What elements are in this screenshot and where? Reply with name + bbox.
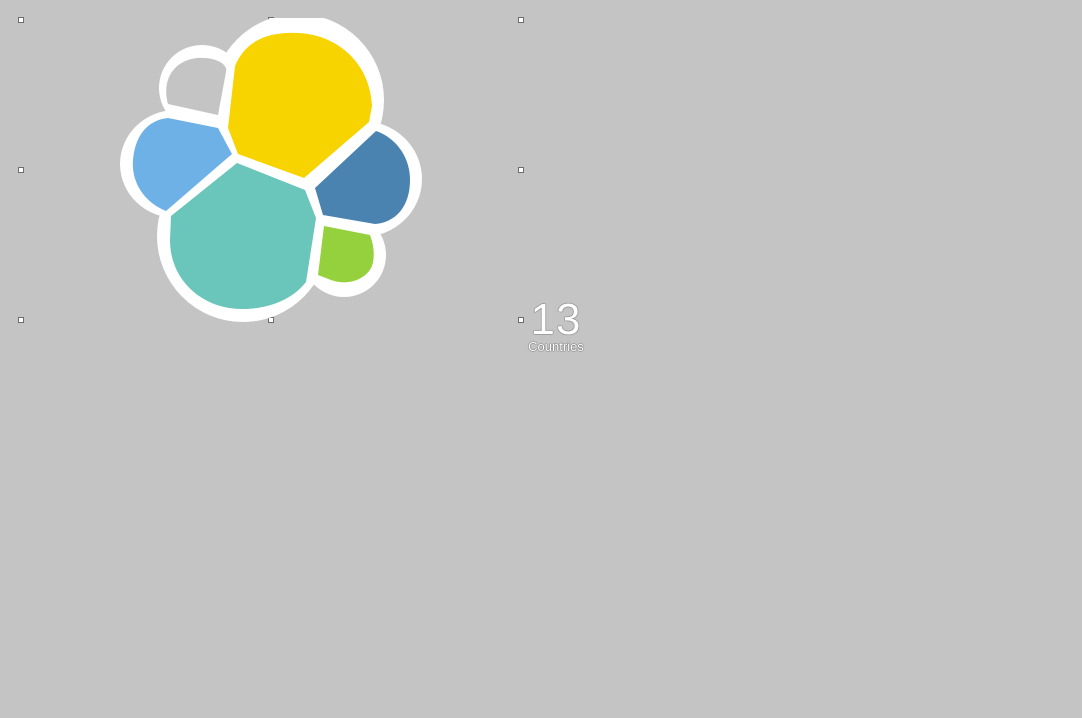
elastic-logo-icon bbox=[120, 14, 422, 322]
resize-handle-top-left[interactable] bbox=[18, 17, 24, 23]
logo-petal-green bbox=[318, 226, 374, 283]
resize-handle-top-right[interactable] bbox=[518, 17, 524, 23]
elastic-logo-image[interactable] bbox=[118, 14, 426, 324]
metric-element[interactable]: 13 Countries bbox=[516, 296, 596, 354]
metric-value: 13 bbox=[530, 295, 582, 344]
resize-handle-middle-right[interactable] bbox=[518, 167, 524, 173]
workpad-canvas[interactable]: 13 Countries bbox=[0, 0, 1082, 718]
resize-handle-bottom-left[interactable] bbox=[18, 317, 24, 323]
metric-label: Countries bbox=[528, 339, 584, 354]
resize-handle-middle-left[interactable] bbox=[18, 167, 24, 173]
